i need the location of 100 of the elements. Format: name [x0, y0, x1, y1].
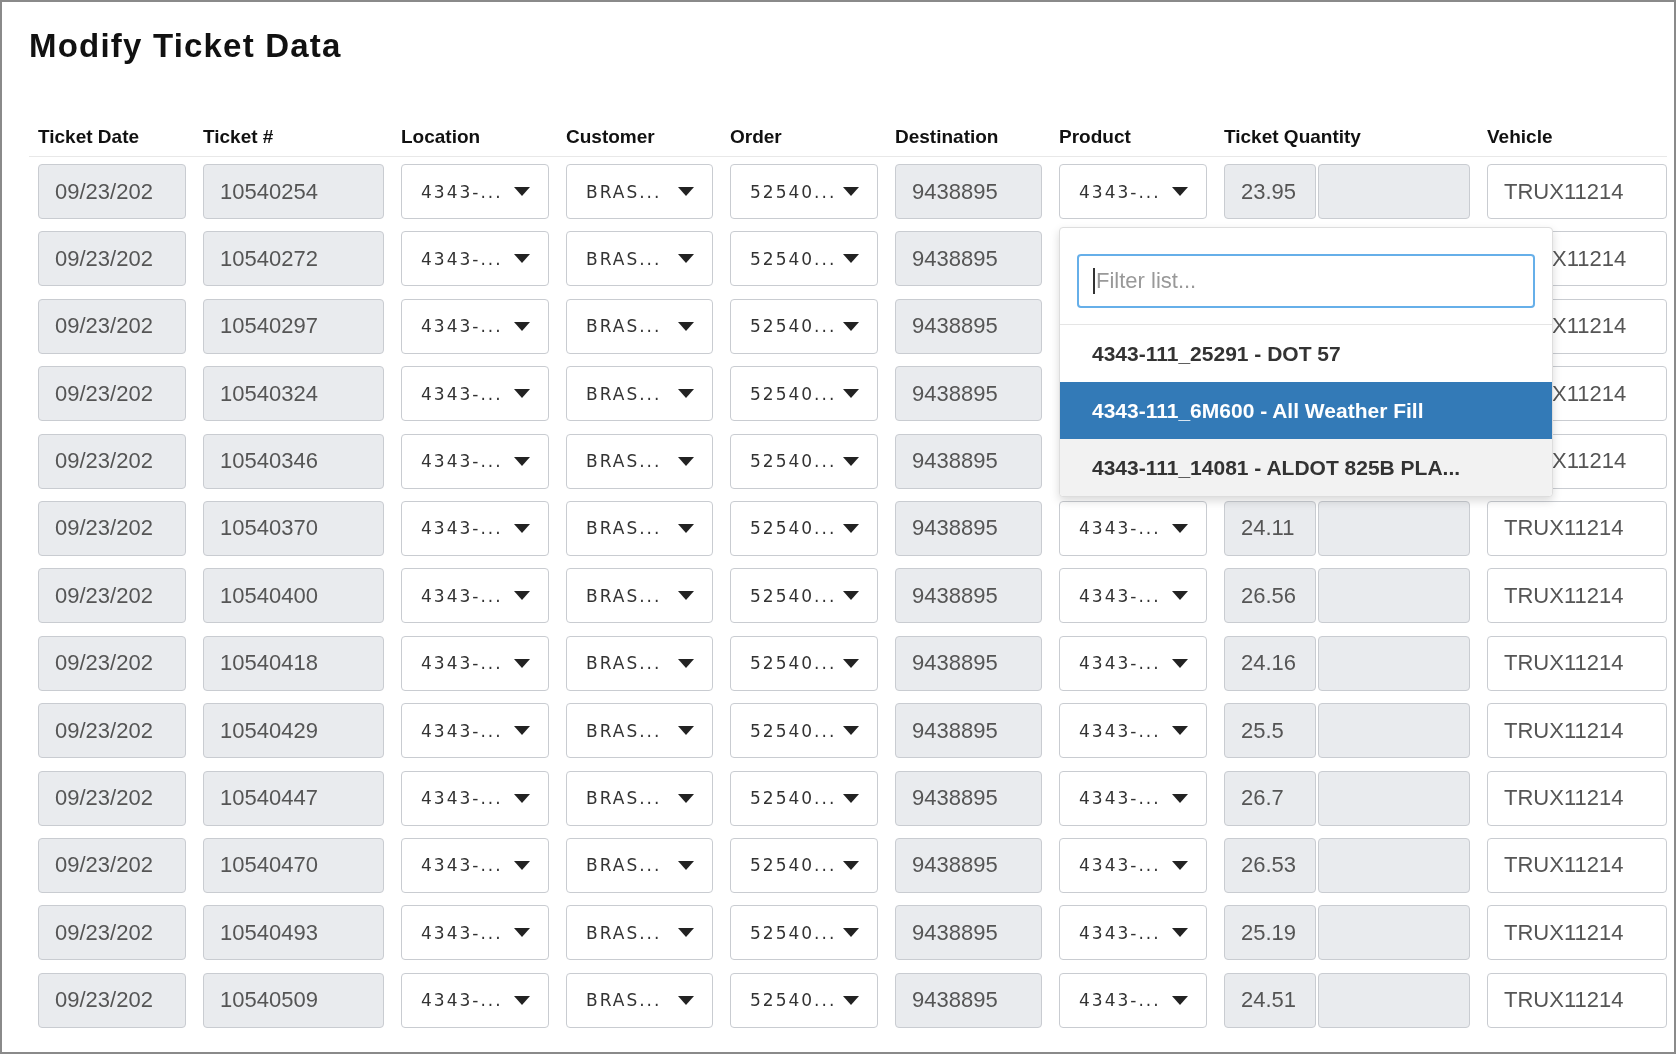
product-select[interactable]: 4343-... — [1059, 770, 1207, 826]
quantity-field[interactable]: 25.19 — [1224, 905, 1316, 961]
customer-select[interactable]: BRAS... — [566, 905, 713, 961]
location-select[interactable]: 4343-... — [401, 231, 549, 287]
product-select[interactable]: 4343-... — [1059, 500, 1207, 556]
location-select[interactable]: 4343-... — [401, 366, 549, 422]
customer-select[interactable]: BRAS... — [566, 231, 713, 287]
date-field[interactable]: 09/23/202 — [38, 972, 186, 1028]
order-select[interactable]: 52540... — [730, 231, 878, 287]
customer-select[interactable]: BRAS... — [566, 500, 713, 556]
destination-field[interactable]: 9438895 — [895, 837, 1042, 893]
product-select[interactable]: 4343-... — [1059, 568, 1207, 624]
order-select[interactable]: 52540... — [730, 500, 878, 556]
unit-field[interactable] — [1318, 703, 1470, 759]
destination-field[interactable]: 9438895 — [895, 972, 1042, 1028]
location-select[interactable]: 4343-... — [401, 703, 549, 759]
destination-field[interactable]: 9438895 — [895, 433, 1042, 489]
order-select[interactable]: 52540... — [730, 635, 878, 691]
quantity-field[interactable]: 24.16 — [1224, 635, 1316, 691]
vehicle-field[interactable]: TRUX11214 — [1487, 770, 1667, 826]
ticket-number-field[interactable]: 10540509 — [203, 972, 384, 1028]
product-option[interactable]: 4343-111_14081 - ALDOT 825B PLA... — [1060, 439, 1552, 496]
destination-field[interactable]: 9438895 — [895, 231, 1042, 287]
quantity-field[interactable]: 26.7 — [1224, 770, 1316, 826]
product-option[interactable]: 4343-111_6M600 - All Weather Fill — [1060, 382, 1552, 439]
unit-field[interactable] — [1318, 770, 1470, 826]
order-select[interactable]: 52540... — [730, 703, 878, 759]
date-field[interactable]: 09/23/202 — [38, 231, 186, 287]
customer-select[interactable]: BRAS... — [566, 703, 713, 759]
location-select[interactable]: 4343-... — [401, 164, 549, 219]
location-select[interactable]: 4343-... — [401, 972, 549, 1028]
customer-select[interactable]: BRAS... — [566, 770, 713, 826]
destination-field[interactable]: 9438895 — [895, 366, 1042, 422]
location-select[interactable]: 4343-... — [401, 500, 549, 556]
date-field[interactable]: 09/23/202 — [38, 500, 186, 556]
location-select[interactable]: 4343-... — [401, 433, 549, 489]
product-select[interactable]: 4343-... — [1059, 972, 1207, 1028]
customer-select[interactable]: BRAS... — [566, 366, 713, 422]
date-field[interactable]: 09/23/202 — [38, 905, 186, 961]
order-select[interactable]: 52540... — [730, 298, 878, 354]
order-select[interactable]: 52540... — [730, 433, 878, 489]
location-select[interactable]: 4343-... — [401, 905, 549, 961]
destination-field[interactable]: 9438895 — [895, 500, 1042, 556]
customer-select[interactable]: BRAS... — [566, 433, 713, 489]
unit-field[interactable] — [1318, 500, 1470, 556]
order-select[interactable]: 52540... — [730, 972, 878, 1028]
ticket-number-field[interactable]: 10540324 — [203, 366, 384, 422]
location-select[interactable]: 4343-... — [401, 837, 549, 893]
location-select[interactable]: 4343-... — [401, 770, 549, 826]
order-select[interactable]: 52540... — [730, 568, 878, 624]
date-field[interactable]: 09/23/202 — [38, 433, 186, 489]
quantity-field[interactable]: 26.53 — [1224, 837, 1316, 893]
quantity-field[interactable]: 23.95 — [1224, 164, 1316, 219]
destination-field[interactable]: 9438895 — [895, 298, 1042, 354]
vehicle-field[interactable]: TRUX11214 — [1487, 905, 1667, 961]
customer-select[interactable]: BRAS... — [566, 164, 713, 219]
unit-field[interactable] — [1318, 635, 1470, 691]
ticket-number-field[interactable]: 10540418 — [203, 635, 384, 691]
customer-select[interactable]: BRAS... — [566, 568, 713, 624]
ticket-number-field[interactable]: 10540470 — [203, 837, 384, 893]
date-field[interactable]: 09/23/202 — [38, 770, 186, 826]
customer-select[interactable]: BRAS... — [566, 837, 713, 893]
date-field[interactable]: 09/23/202 — [38, 635, 186, 691]
ticket-number-field[interactable]: 10540400 — [203, 568, 384, 624]
ticket-number-field[interactable]: 10540447 — [203, 770, 384, 826]
destination-field[interactable]: 9438895 — [895, 164, 1042, 219]
date-field[interactable]: 09/23/202 — [38, 837, 186, 893]
order-select[interactable]: 52540... — [730, 837, 878, 893]
ticket-number-field[interactable]: 10540429 — [203, 703, 384, 759]
customer-select[interactable]: BRAS... — [566, 635, 713, 691]
date-field[interactable]: 09/23/202 — [38, 366, 186, 422]
destination-field[interactable]: 9438895 — [895, 770, 1042, 826]
customer-select[interactable]: BRAS... — [566, 298, 713, 354]
ticket-number-field[interactable]: 10540272 — [203, 231, 384, 287]
unit-field[interactable] — [1318, 568, 1470, 624]
ticket-number-field[interactable]: 10540370 — [203, 500, 384, 556]
order-select[interactable]: 52540... — [730, 164, 878, 219]
quantity-field[interactable]: 25.5 — [1224, 703, 1316, 759]
ticket-number-field[interactable]: 10540346 — [203, 433, 384, 489]
unit-field[interactable] — [1318, 905, 1470, 961]
location-select[interactable]: 4343-... — [401, 635, 549, 691]
product-select[interactable]: 4343-... — [1059, 837, 1207, 893]
ticket-number-field[interactable]: 10540254 — [203, 164, 384, 219]
unit-field[interactable] — [1318, 837, 1470, 893]
destination-field[interactable]: 9438895 — [895, 568, 1042, 624]
date-field[interactable]: 09/23/202 — [38, 164, 186, 219]
customer-select[interactable]: BRAS... — [566, 972, 713, 1028]
vehicle-field[interactable]: TRUX11214 — [1487, 972, 1667, 1028]
location-select[interactable]: 4343-... — [401, 568, 549, 624]
product-select[interactable]: 4343-... — [1059, 164, 1207, 219]
quantity-field[interactable]: 24.51 — [1224, 972, 1316, 1028]
date-field[interactable]: 09/23/202 — [38, 298, 186, 354]
quantity-field[interactable]: 24.11 — [1224, 500, 1316, 556]
destination-field[interactable]: 9438895 — [895, 703, 1042, 759]
destination-field[interactable]: 9438895 — [895, 905, 1042, 961]
unit-field[interactable] — [1318, 164, 1470, 219]
vehicle-field[interactable]: TRUX11214 — [1487, 164, 1667, 219]
order-select[interactable]: 52540... — [730, 770, 878, 826]
order-select[interactable]: 52540... — [730, 905, 878, 961]
ticket-number-field[interactable]: 10540297 — [203, 298, 384, 354]
